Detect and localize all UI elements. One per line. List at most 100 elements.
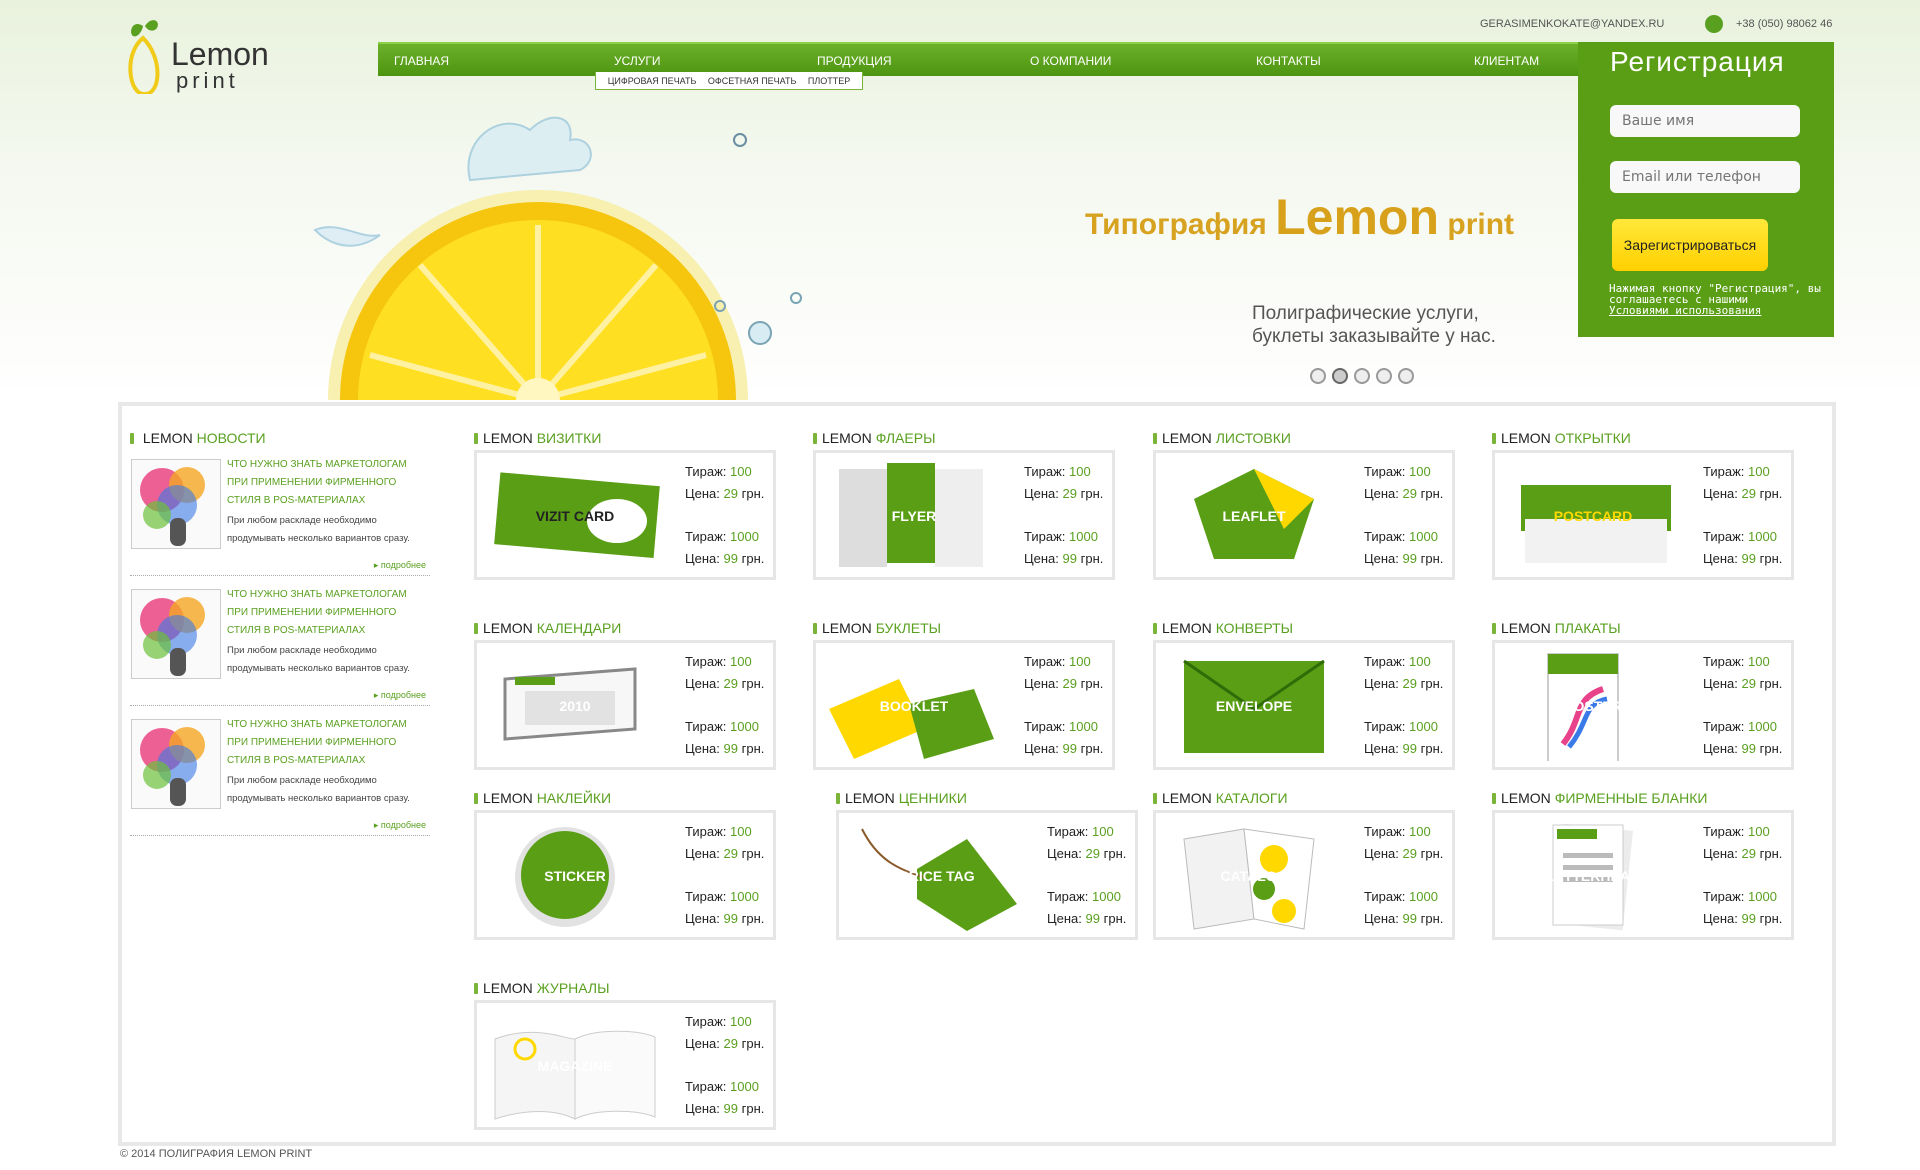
product-card[interactable]: FLYER Тираж: 100 Цена: 29 грн. Тираж: 10… <box>813 450 1115 580</box>
price-label: Цена: <box>1047 846 1082 861</box>
product-title-13[interactable]: LEMON ЖУРНАЛЫ <box>474 980 610 996</box>
product-card[interactable]: 2010 Тираж: 100 Цена: 29 грн. Тираж: 100… <box>474 640 776 770</box>
product-title-prefix: LEMON <box>1162 790 1212 806</box>
read-more-link[interactable]: подробнее <box>374 820 426 831</box>
price-value: 99 <box>1402 551 1417 566</box>
price-label: Цена: <box>1703 486 1738 501</box>
spec-qty-1: Тираж: 100 <box>685 1011 764 1033</box>
spec-qty-2: Тираж: 1000 <box>1703 716 1782 738</box>
product-title-name: ЛИСТОВКИ <box>1215 430 1291 446</box>
currency-label: грн. <box>741 741 765 756</box>
catalog-icon: CATALOG <box>1164 819 1344 931</box>
slider-dot-2[interactable] <box>1332 368 1348 384</box>
product-title-8[interactable]: LEMON ПЛАКАТЫ <box>1492 620 1621 636</box>
product-title-prefix: LEMON <box>1501 790 1551 806</box>
product-art-label: FLYER <box>892 508 937 524</box>
product-card[interactable]: LETTERHEAD Тираж: 100 Цена: 29 грн. Тира… <box>1492 810 1794 940</box>
product-title-12[interactable]: LEMON ФИРМЕННЫЕ БЛАНКИ <box>1492 790 1707 806</box>
qty-label: Тираж: <box>685 529 727 544</box>
price-label: Цена: <box>1047 911 1082 926</box>
product-title-3[interactable]: LEMON ЛИСТОВКИ <box>1153 430 1291 446</box>
spec-qty-1: Тираж: 100 <box>1024 461 1103 483</box>
slider-dot-4[interactable] <box>1376 368 1392 384</box>
price-value: 29 <box>1741 486 1756 501</box>
product-specs: Тираж: 100 Цена: 29 грн. Тираж: 1000 Цен… <box>1024 651 1103 760</box>
qty-label: Тираж: <box>685 719 727 734</box>
hero-subtitle-line1: Полиграфические услуги, <box>1252 303 1479 324</box>
currency-label: грн. <box>741 1101 765 1116</box>
nav-item-about[interactable]: О КОМПАНИИ <box>1030 54 1111 68</box>
slider-dot-5[interactable] <box>1398 368 1414 384</box>
product-art-label: 2010 <box>559 698 590 714</box>
product-card[interactable]: LEAFLET Тираж: 100 Цена: 29 грн. Тираж: … <box>1153 450 1455 580</box>
submenu-item-digital[interactable]: ЦИФРОВАЯ ПЕЧАТЬ <box>608 76 697 86</box>
qty-value: 1000 <box>1409 889 1438 904</box>
product-specs: Тираж: 100 Цена: 29 грн. Тираж: 1000 Цен… <box>685 651 764 760</box>
registration-title: Регистрация <box>1610 46 1785 77</box>
read-more-link[interactable]: подробнее <box>374 560 426 571</box>
product-title-1[interactable]: LEMON ВИЗИТКИ <box>474 430 601 446</box>
nav-item-services[interactable]: УСЛУГИ <box>614 54 661 68</box>
nav-item-products[interactable]: ПРОДУКЦИЯ <box>817 54 891 68</box>
currency-label: грн. <box>1420 551 1444 566</box>
price-label: Цена: <box>1024 741 1059 756</box>
spec-qty-1: Тираж: 100 <box>1703 651 1782 673</box>
booklet-icon: BOOKLET <box>824 649 1004 761</box>
product-title-9[interactable]: LEMON НАКЛЕЙКИ <box>474 790 611 806</box>
product-title-2[interactable]: LEMON ФЛАЕРЫ <box>813 430 935 446</box>
price-label: Цена: <box>1703 676 1738 691</box>
product-card[interactable]: POSTER Тираж: 100 Цена: 29 грн. Тираж: 1… <box>1492 640 1794 770</box>
news-thumbnail[interactable] <box>131 719 221 809</box>
product-card[interactable]: POSTCARD Тираж: 100 Цена: 29 грн. Тираж:… <box>1492 450 1794 580</box>
product-title-5[interactable]: LEMON КАЛЕНДАРИ <box>474 620 621 636</box>
submenu-item-plotter[interactable]: ПЛОТТЕР <box>808 76 850 86</box>
nav-item-clients[interactable]: КЛИЕНТАМ <box>1474 54 1539 68</box>
qty-value: 1000 <box>1748 529 1777 544</box>
product-title-name: ПЛАКАТЫ <box>1554 620 1621 636</box>
product-title-6[interactable]: LEMON БУКЛЕТЫ <box>813 620 941 636</box>
qty-value: 1000 <box>730 529 759 544</box>
product-art-label: BOOKLET <box>880 698 949 714</box>
product-title-11[interactable]: LEMON КАТАЛОГИ <box>1153 790 1288 806</box>
news-item-title[interactable]: ЧТО НУЖНО ЗНАТЬ МАРКЕТОЛОГАМ ПРИ ПРИМЕНЕ… <box>227 716 427 770</box>
news-thumbnail[interactable] <box>131 589 221 679</box>
product-title-7[interactable]: LEMON КОНВЕРТЫ <box>1153 620 1293 636</box>
qty-label: Тираж: <box>685 1014 727 1029</box>
nav-item-contacts[interactable]: КОНТАКТЫ <box>1256 54 1321 68</box>
spec-qty-1: Тираж: 100 <box>685 821 764 843</box>
price-label: Цена: <box>685 1101 720 1116</box>
product-specs: Тираж: 100 Цена: 29 грн. Тираж: 1000 Цен… <box>685 1011 764 1120</box>
price-label: Цена: <box>685 486 720 501</box>
terms-link[interactable]: Условиями использования <box>1609 304 1761 317</box>
news-item-title[interactable]: ЧТО НУЖНО ЗНАТЬ МАРКЕТОЛОГАМ ПРИ ПРИМЕНЕ… <box>227 586 427 640</box>
qty-value: 100 <box>1409 824 1431 839</box>
name-input[interactable] <box>1610 105 1800 137</box>
contact-input[interactable] <box>1610 161 1800 193</box>
nav-item-home[interactable]: ГЛАВНАЯ <box>394 54 449 68</box>
qty-value: 1000 <box>1409 529 1438 544</box>
news-item-title[interactable]: ЧТО НУЖНО ЗНАТЬ МАРКЕТОЛОГАМ ПРИ ПРИМЕНЕ… <box>227 456 427 510</box>
slider-dot-1[interactable] <box>1310 368 1326 384</box>
price-value: 29 <box>1402 846 1417 861</box>
product-card[interactable]: BOOKLET Тираж: 100 Цена: 29 грн. Тираж: … <box>813 640 1115 770</box>
product-title-4[interactable]: LEMON ОТКРЫТКИ <box>1492 430 1631 446</box>
price-label: Цена: <box>1703 551 1738 566</box>
product-card[interactable]: CATALOG Тираж: 100 Цена: 29 грн. Тираж: … <box>1153 810 1455 940</box>
product-card[interactable]: STICKER Тираж: 100 Цена: 29 грн. Тираж: … <box>474 810 776 940</box>
register-button[interactable]: Зарегистрироваться <box>1612 219 1768 271</box>
read-more-link[interactable]: подробнее <box>374 690 426 701</box>
news-thumbnail[interactable] <box>131 459 221 549</box>
product-title-10[interactable]: LEMON ЦЕННИКИ <box>836 790 967 806</box>
product-card[interactable]: VIZIT CARD Тираж: 100 Цена: 29 грн. Тира… <box>474 450 776 580</box>
qty-label: Тираж: <box>1703 464 1745 479</box>
product-card[interactable]: ENVELOPE Тираж: 100 Цена: 29 грн. Тираж:… <box>1153 640 1455 770</box>
qty-label: Тираж: <box>1364 719 1406 734</box>
slider-dot-3[interactable] <box>1354 368 1370 384</box>
product-title-name: КАЛЕНДАРИ <box>536 620 622 636</box>
submenu-item-offset[interactable]: ОФСЕТНАЯ ПЕЧАТЬ <box>708 76 797 86</box>
spec-qty-2: Тираж: 1000 <box>685 886 764 908</box>
product-card[interactable]: PRICE TAG Тираж: 100 Цена: 29 грн. Тираж… <box>836 810 1138 940</box>
product-card[interactable]: MAGAZINE Тираж: 100 Цена: 29 грн. Тираж:… <box>474 1000 776 1130</box>
product-art-label: LEAFLET <box>1223 508 1286 524</box>
contact-email[interactable]: GERASIMENKOKATE@YANDEX.RU <box>1480 18 1664 30</box>
